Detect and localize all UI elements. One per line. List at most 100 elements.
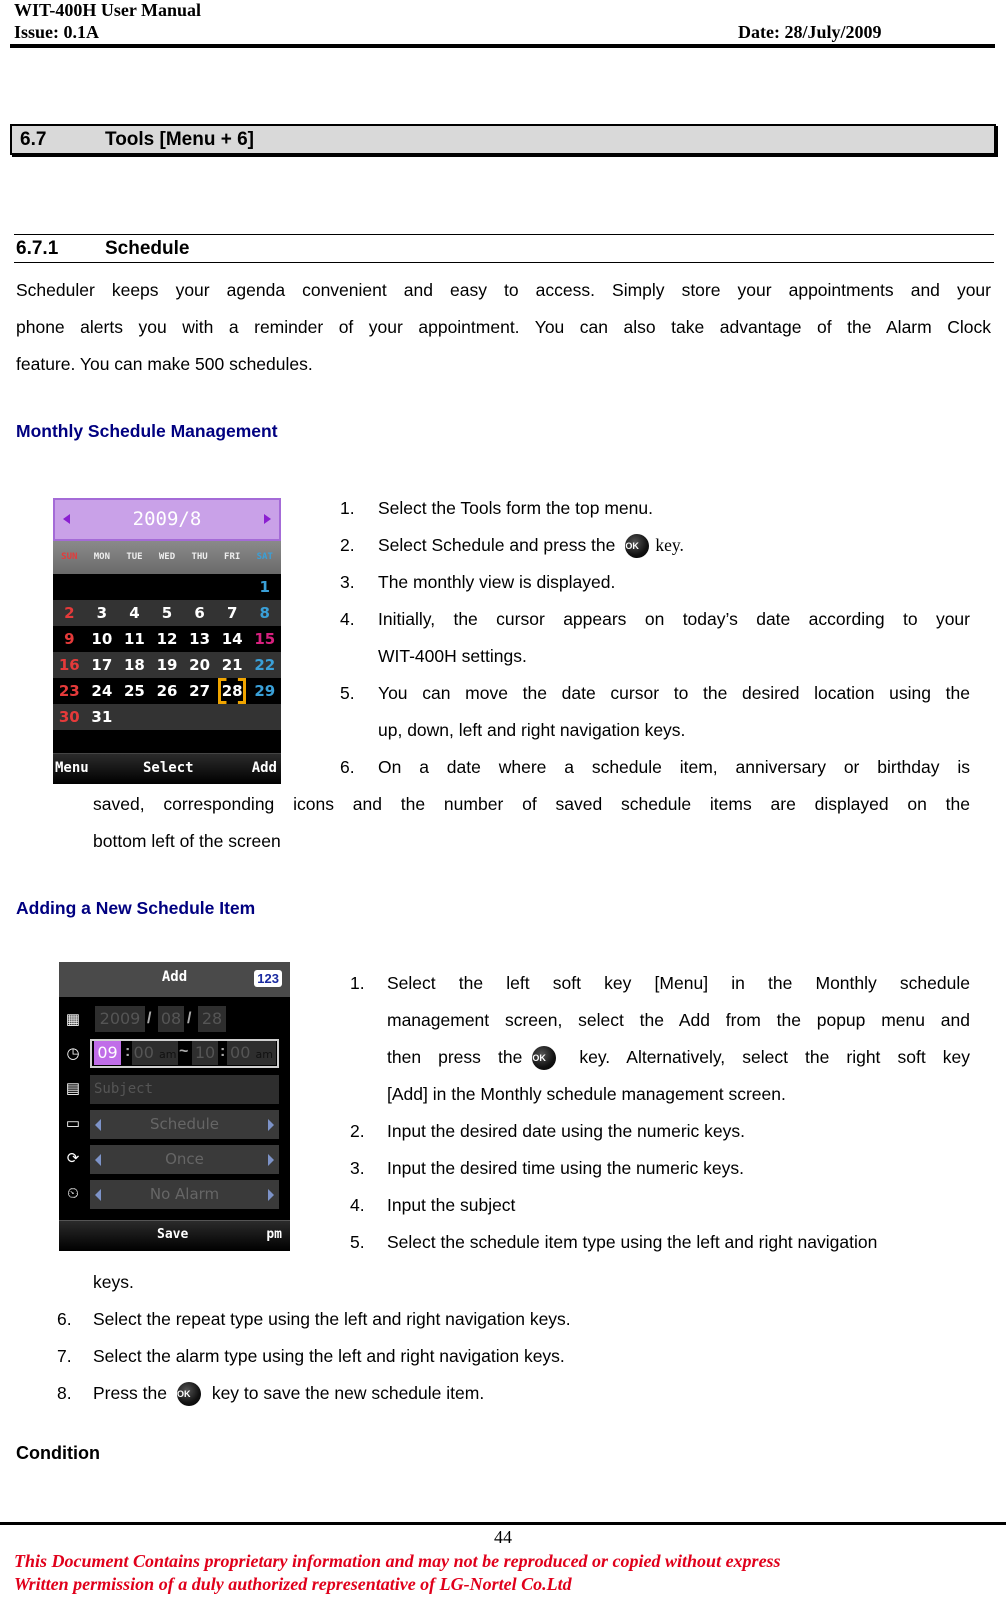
- calendar-day-cell[interactable]: 10: [86, 626, 119, 652]
- calendar-day-cell[interactable]: 29: [248, 678, 281, 704]
- calendar-day-cell[interactable]: 26: [151, 678, 184, 704]
- end-minute-field[interactable]: 00 am: [227, 1041, 276, 1065]
- calendar-day-cell[interactable]: 24: [86, 678, 119, 704]
- alarm-selector[interactable]: No Alarm: [90, 1180, 279, 1209]
- calendar-day-cell[interactable]: 6: [183, 600, 216, 626]
- calendar-day-cell[interactable]: 12: [151, 626, 184, 652]
- end-minute-value: 00: [230, 1043, 251, 1062]
- calendar-day-cell[interactable]: 17: [86, 652, 119, 678]
- step-text: up, down, left and right navigation keys…: [378, 720, 686, 740]
- calendar-day-cell[interactable]: 18: [118, 652, 151, 678]
- step-text: Select Schedule and press the OK key.: [378, 527, 970, 564]
- right-arrow-icon[interactable]: [268, 1119, 274, 1131]
- start-hour-field[interactable]: 09: [94, 1041, 121, 1065]
- left-arrow-icon[interactable]: [95, 1189, 101, 1201]
- left-arrow-icon[interactable]: [95, 1119, 101, 1131]
- repeat-icon: ⟳: [66, 1150, 80, 1167]
- subsection-rule-top: [14, 234, 994, 235]
- calendar-day-cell[interactable]: 9: [53, 626, 86, 652]
- schedule-type-selector[interactable]: Schedule: [90, 1110, 279, 1139]
- monthly-steps-list: 1. Select the Tools form the top menu. 2…: [340, 490, 980, 790]
- calendar-day-cell[interactable]: 23: [53, 678, 86, 704]
- calendar-day-cell[interactable]: 15: [248, 626, 281, 652]
- intro-line: feature. You can make 500 schedules.: [16, 354, 313, 374]
- weekday-label: THU: [191, 552, 208, 562]
- calendar-day-cell[interactable]: 31: [86, 704, 119, 730]
- ok-key-icon: OK: [532, 1046, 557, 1070]
- softkey-menu[interactable]: Menu: [55, 760, 89, 776]
- add-screen-header: Add 123: [59, 962, 290, 997]
- end-hour-field[interactable]: 10: [192, 1041, 218, 1065]
- intro-line: phone alerts you with a reminder of your…: [16, 317, 991, 337]
- document-title: WIT-400H User Manual: [14, 0, 202, 20]
- intro-line: Scheduler keeps your agenda convenient a…: [16, 280, 991, 300]
- calendar-day-cell[interactable]: 7: [216, 600, 249, 626]
- ok-key-icon: OK: [176, 1382, 201, 1406]
- step-number: 4.: [340, 609, 355, 629]
- weekday-label: TUE: [126, 552, 143, 562]
- calendar-day-cell[interactable]: 11: [118, 626, 151, 652]
- calendar-day-cell[interactable]: 8: [248, 600, 281, 626]
- calendar-day-cell[interactable]: 3: [86, 600, 119, 626]
- subject-input[interactable]: Subject: [90, 1075, 279, 1104]
- add-schedule-screenshot: Add 123 ▦ 2009 / 08 / 28 ◷ 09 : 00 am ~ …: [59, 962, 290, 1251]
- month-field[interactable]: 08: [158, 1006, 184, 1032]
- softkey-select[interactable]: Select: [143, 760, 194, 776]
- step-text: Select the repeat type using the left an…: [93, 1309, 571, 1329]
- step-number: 1.: [340, 498, 355, 518]
- calendar-day-cell[interactable]: 20: [183, 652, 216, 678]
- schedule-type-icon: ▭: [65, 1115, 81, 1132]
- calendar-day-cell[interactable]: 25: [118, 678, 151, 704]
- step-text: Select the Tools form the top menu.: [378, 498, 653, 518]
- calendar-day-cell[interactable]: 27: [183, 678, 216, 704]
- calendar-day-cell[interactable]: 13: [183, 626, 216, 652]
- document-date: Date: 28/July/2009: [738, 22, 882, 42]
- schedule-type-value: Schedule: [150, 1115, 219, 1133]
- calendar-day-cell: [183, 704, 216, 730]
- step-text: You can move the date cursor to the desi…: [378, 683, 970, 703]
- alarm-clock-icon: ⏲: [67, 1185, 79, 1202]
- calendar-week-row: 1: [53, 574, 281, 600]
- left-arrow-icon[interactable]: [95, 1154, 101, 1166]
- calendar-day-cell[interactable]: 22: [248, 652, 281, 678]
- intro-paragraph: Scheduler keeps your agenda convenient a…: [16, 272, 991, 383]
- softkey-add[interactable]: Add: [252, 760, 277, 776]
- adding-steps-list: 1. Select the left soft key [Menu] in th…: [350, 965, 980, 1265]
- calendar-day-cell[interactable]: 21: [216, 652, 249, 678]
- repeat-selector[interactable]: Once: [90, 1145, 279, 1174]
- next-month-arrow-icon: [264, 514, 271, 524]
- day-field[interactable]: 28: [198, 1006, 226, 1032]
- step-text: Initially, the cursor appears on today’s…: [378, 609, 970, 629]
- weekday-label: SAT: [256, 552, 273, 562]
- step-text: Input the desired date using the numeric…: [387, 1121, 745, 1141]
- year-field[interactable]: 2009: [95, 1006, 145, 1032]
- monthly-schedule-heading: Monthly Schedule Management: [16, 421, 278, 441]
- softkey-save[interactable]: Save: [157, 1227, 188, 1242]
- calendar-day-cell: [86, 574, 119, 600]
- calendar-day-cell: [53, 574, 86, 600]
- step-text: Select the schedule item type using the …: [387, 1232, 878, 1252]
- softkey-pm[interactable]: pm: [266, 1227, 282, 1242]
- calendar-selected-day[interactable]: 28: [216, 678, 249, 704]
- end-ampm: am: [255, 1048, 273, 1061]
- time-row: ◷ 09 : 00 am ~ 10 : 00 am: [59, 1038, 290, 1069]
- calendar-day-cell[interactable]: 16: [53, 652, 86, 678]
- step-number: 8.: [57, 1383, 72, 1403]
- start-minute-field[interactable]: 00 am: [132, 1041, 178, 1065]
- calendar-week-row: 23 24 25 26 27 28 29: [53, 678, 281, 704]
- weekday-label: FRI: [224, 552, 241, 562]
- calendar-day-cell[interactable]: 14: [216, 626, 249, 652]
- calendar-day-cell[interactable]: 4: [118, 600, 151, 626]
- calendar-day-cell: [151, 574, 184, 600]
- monthly-calendar-screenshot: 2009/8 SUN MON TUE WED THU FRI SAT 12345…: [53, 498, 281, 784]
- step-number: 7.: [57, 1346, 72, 1366]
- calendar-day-cell[interactable]: 30: [53, 704, 86, 730]
- calendar-day-cell[interactable]: 19: [151, 652, 184, 678]
- calendar-day-cell[interactable]: 1: [248, 574, 281, 600]
- step-text-part: then press the: [387, 1047, 523, 1067]
- calendar-day-cell[interactable]: 5: [151, 600, 184, 626]
- step-text: management screen, select the Add from t…: [387, 1010, 970, 1030]
- calendar-day-cell[interactable]: 2: [53, 600, 86, 626]
- right-arrow-icon[interactable]: [268, 1189, 274, 1201]
- right-arrow-icon[interactable]: [268, 1154, 274, 1166]
